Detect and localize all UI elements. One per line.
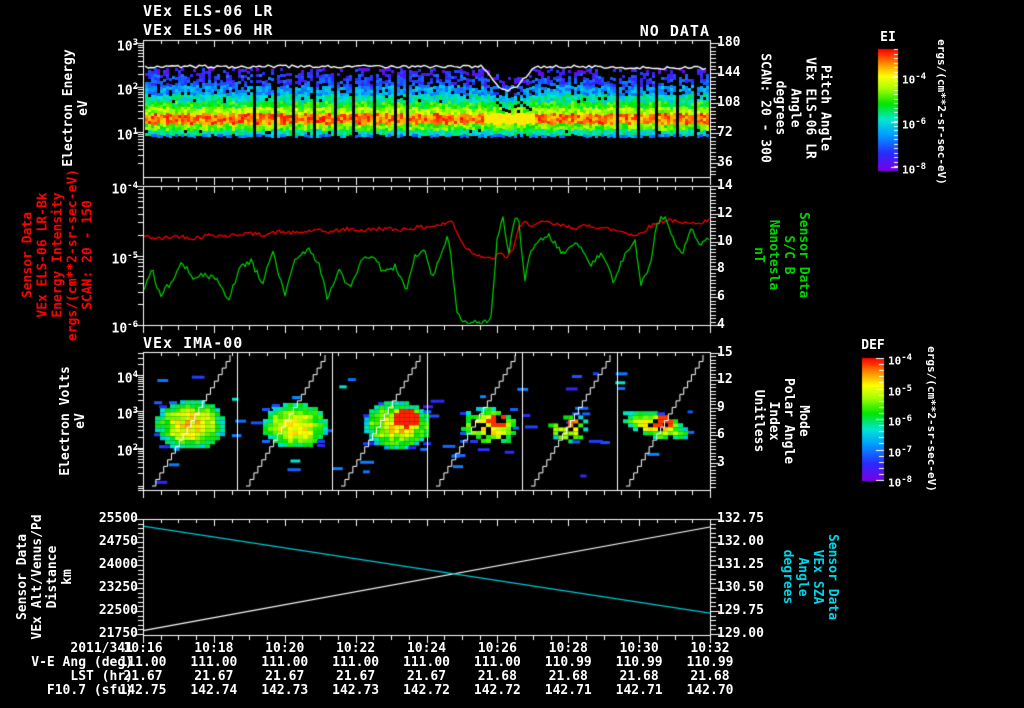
tick-label: 102	[116, 82, 138, 99]
tick-label: 25500	[98, 511, 138, 526]
tick-label: 103	[116, 38, 138, 55]
tick-label: 10-5	[888, 383, 913, 399]
panel2-yright-label: Sensor Data S/C B Nanotesla nT	[751, 212, 811, 298]
axis-label-line: Angle	[787, 88, 803, 128]
tick-label: 10-6	[902, 117, 927, 132]
axis-label-line: S/C B	[781, 235, 796, 275]
axis-label-line: Polar Angle	[781, 377, 796, 465]
axis-label-line: Unitless	[751, 389, 766, 453]
axis-label-line: Angle	[795, 557, 810, 597]
tick-label: 21750	[98, 626, 138, 641]
panel4-yleft-label: Sensor Data VEx Alt/Venus/Pd Distance km	[15, 514, 75, 639]
tick-label: 15	[717, 345, 733, 360]
tick-label: 10-7	[888, 444, 913, 460]
no-data-label: NO DATA	[639, 22, 710, 40]
tick-label: 10	[717, 233, 733, 249]
axis-label-line: degrees	[772, 80, 788, 136]
tick-label: 142.70	[686, 683, 734, 698]
axis-label-line: Sensor Data	[796, 211, 811, 299]
axis-label-line: Sensor Data	[825, 533, 840, 621]
colorbar-def-unit: ergs/(cm**2-sr-sec-eV)	[925, 346, 938, 492]
axis-label-line: degrees	[780, 549, 795, 605]
axis-label-line: Distance	[45, 545, 60, 609]
tick-label: 10-4	[902, 72, 927, 87]
tick-label: 72	[717, 125, 733, 140]
tick-label: 102	[116, 442, 138, 460]
colorbar-ei-title: EI	[880, 30, 896, 45]
axis-label-line: nT	[751, 247, 766, 263]
tick-label: 3	[717, 454, 725, 470]
tick-label: 103	[116, 406, 138, 423]
tick-label: 4	[717, 317, 725, 332]
tick-label: 9	[717, 399, 725, 415]
axis-label-line: VEx ELS-06 LR	[802, 57, 818, 159]
axis-label-line: Mode	[796, 405, 811, 437]
axis-label-line: VEx SZA	[810, 549, 825, 605]
tick-label: 6	[717, 289, 725, 305]
tick-label: 131.25	[717, 557, 764, 572]
panel3-title: VEx IMA-00	[143, 334, 244, 352]
tick-label: 129.00	[717, 626, 764, 641]
panel4-yright-label: Sensor Data VEx SZA Angle degrees	[780, 534, 840, 620]
tick-label: 8	[717, 261, 725, 277]
colorbar-def-title: DEF	[861, 338, 885, 353]
colorbar-ei-unit: ergs/(cm**2-sr-sec-eV)	[935, 39, 948, 185]
panel1-title-hr: VEx ELS-06 HR	[143, 21, 274, 39]
tick-label: 23250	[98, 580, 138, 595]
tick-label: 10-8	[902, 162, 927, 177]
panel1-yright-label: Pitch Angle VEx ELS-06 LR Angle degrees SCAN…	[758, 53, 833, 163]
tick-label: 10-4	[111, 181, 139, 198]
tick-label: 12	[717, 372, 733, 388]
tick-label: 180	[717, 35, 741, 50]
tick-label: 21.68	[690, 669, 730, 684]
tick-label: 132.75	[717, 511, 764, 526]
tick-label: 10-6	[111, 320, 139, 337]
tick-label: 144	[717, 65, 741, 80]
axis-label-line: eV	[76, 100, 91, 116]
axis-label-line: Index	[766, 401, 781, 441]
vex-data-plot: VEx ELS-06 LR VEx ELS-06 HR NO DATA VEx …	[0, 0, 1024, 708]
tick-label: 10-4	[888, 353, 913, 368]
tick-label: 10-6	[888, 414, 913, 429]
tick-label: 22500	[98, 603, 138, 618]
panel1-title-lr: VEx ELS-06 LR	[143, 2, 274, 20]
axis-label-line: Nanotesla	[766, 219, 781, 291]
axis-label-line: Pitch Angle	[817, 64, 833, 152]
tick-label: 12	[717, 205, 733, 221]
tick-label: 24750	[98, 534, 138, 549]
tick-label: 36	[717, 155, 733, 170]
panel3-yright-label: Mode Polar Angle Index Unitless	[751, 378, 811, 464]
tick-label: 10-8	[888, 475, 913, 490]
tick-label: 14	[717, 178, 733, 193]
tick-label: 10-5	[111, 250, 139, 267]
axis-label-line: Electron Energy	[61, 49, 76, 167]
panel1-yleft-label: Electron Energy eV	[61, 49, 91, 166]
tick-label: 101	[116, 126, 138, 144]
tick-label: 24000	[98, 557, 138, 572]
tick-label: 132.00	[717, 534, 764, 549]
tick-label: 6	[717, 427, 725, 443]
tick-label: 10:32	[690, 641, 730, 656]
plots-canvas	[0, 0, 1024, 708]
axis-label-line: SCAN: 20 - 300	[757, 53, 773, 163]
tick-label: 129.75	[717, 603, 764, 618]
tick-label: 104	[116, 370, 138, 387]
tick-label: 110.99	[686, 655, 734, 670]
tick-label: 130.50	[717, 580, 764, 595]
axis-label-line: VEx Alt/Venus/Pd	[30, 514, 45, 640]
tick-label: 108	[717, 95, 741, 110]
